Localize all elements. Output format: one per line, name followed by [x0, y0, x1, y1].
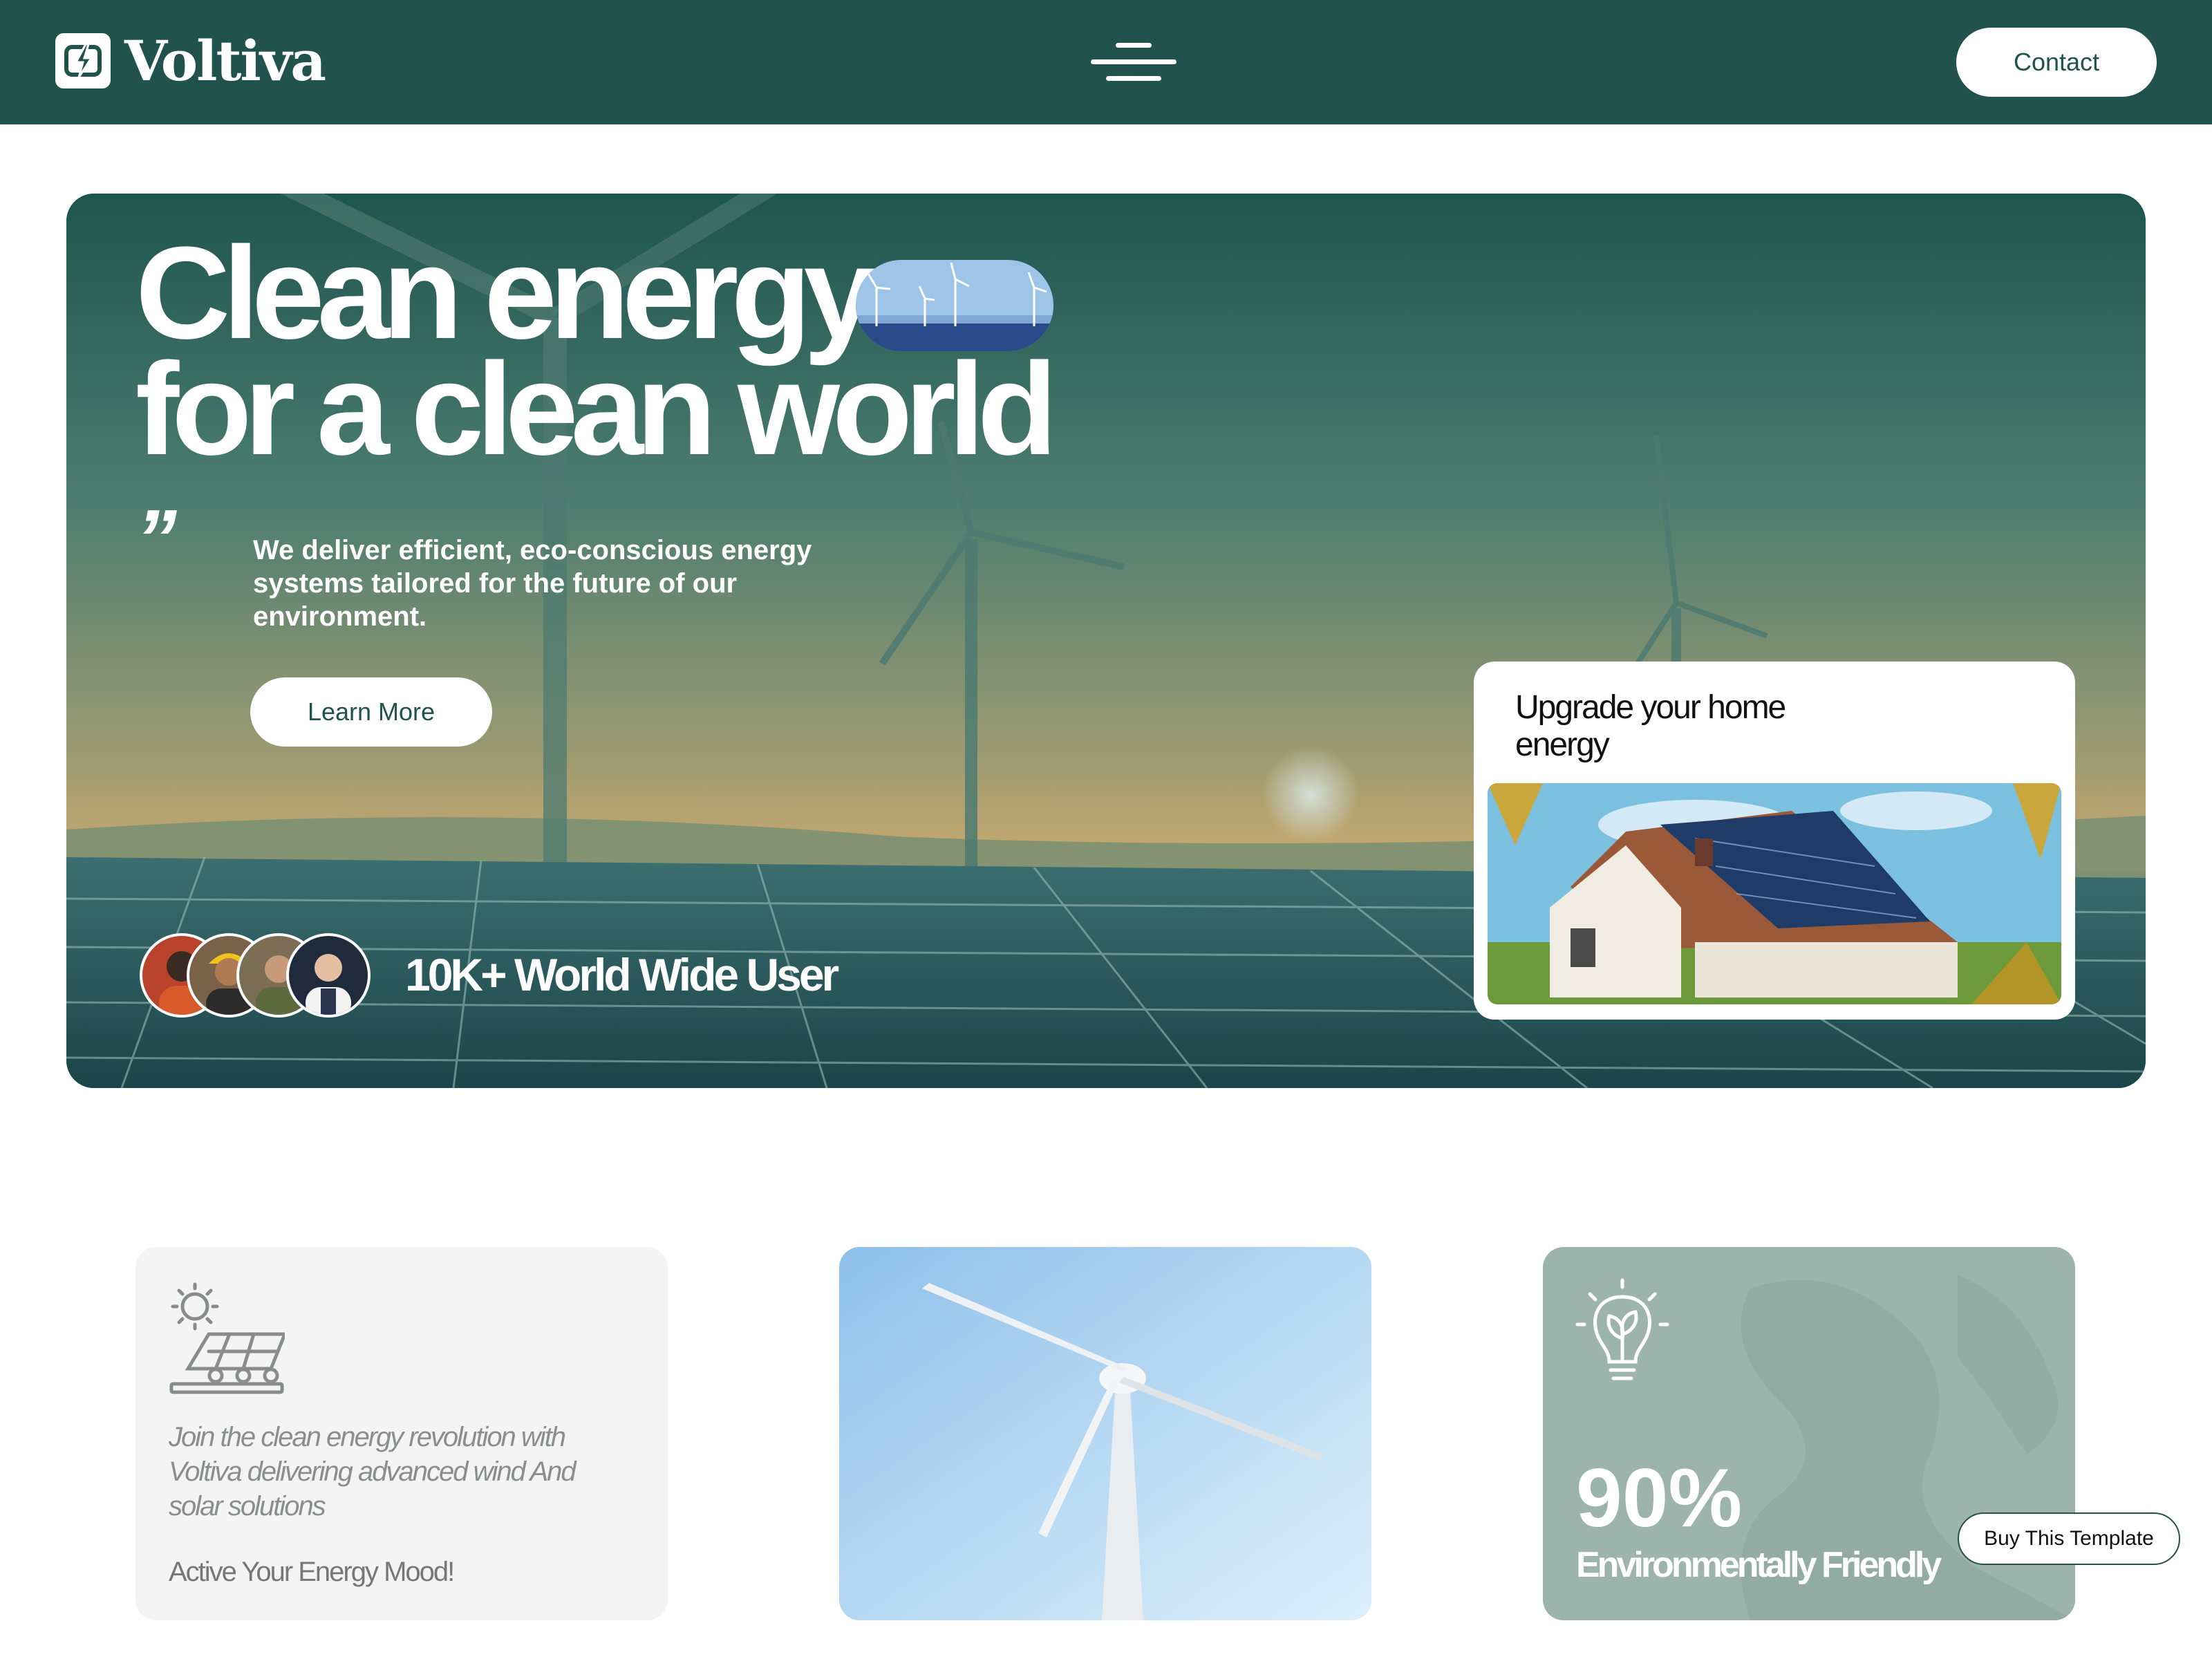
- worldwide-users-stat: 10K+ World Wide User: [405, 949, 839, 1000]
- wind-turbine-image-card: [839, 1247, 1371, 1620]
- feature-card-revolution: Join the clean energy revolution with Vo…: [135, 1247, 668, 1620]
- avatar: [286, 933, 371, 1018]
- hero-headline-line-2: for a clean world: [135, 336, 1058, 482]
- energy-mood-link[interactable]: Active Your Energy Mood!: [169, 1557, 455, 1588]
- feature-card-description: Join the clean energy revolution with Vo…: [169, 1422, 577, 1521]
- quote-icon: ”: [135, 493, 177, 585]
- upgrade-card-title: Upgrade your home energy: [1515, 689, 1786, 763]
- hero-banner: Clean energy for a clean world ” We deli…: [66, 194, 2146, 1088]
- brand-logo[interactable]: Voltiva: [55, 28, 326, 93]
- wind-farm-thumbnail: [856, 260, 1053, 351]
- contact-button[interactable]: Contact: [1956, 28, 2157, 97]
- solar-house-image: [1488, 783, 2061, 1004]
- upgrade-home-energy-card[interactable]: Upgrade your home energy: [1474, 662, 2075, 1020]
- eco-percentage: 90%: [1576, 1452, 1743, 1544]
- buy-template-button[interactable]: Buy This Template: [1958, 1512, 2180, 1565]
- lightning-logo-icon: [55, 33, 111, 88]
- hamburger-menu-icon[interactable]: [1091, 41, 1177, 83]
- eco-label: Environmentally Friendly: [1576, 1545, 1942, 1585]
- learn-more-button[interactable]: Learn More: [250, 677, 492, 747]
- brand-name: Voltiva: [124, 28, 326, 93]
- lightbulb-leaf-icon: [1575, 1278, 1669, 1380]
- sun-solar-panel-icon: [169, 1282, 285, 1394]
- top-navigation-bar: Voltiva Contact: [0, 0, 2212, 124]
- hero-description: We deliver efficient, eco-conscious ener…: [253, 535, 812, 632]
